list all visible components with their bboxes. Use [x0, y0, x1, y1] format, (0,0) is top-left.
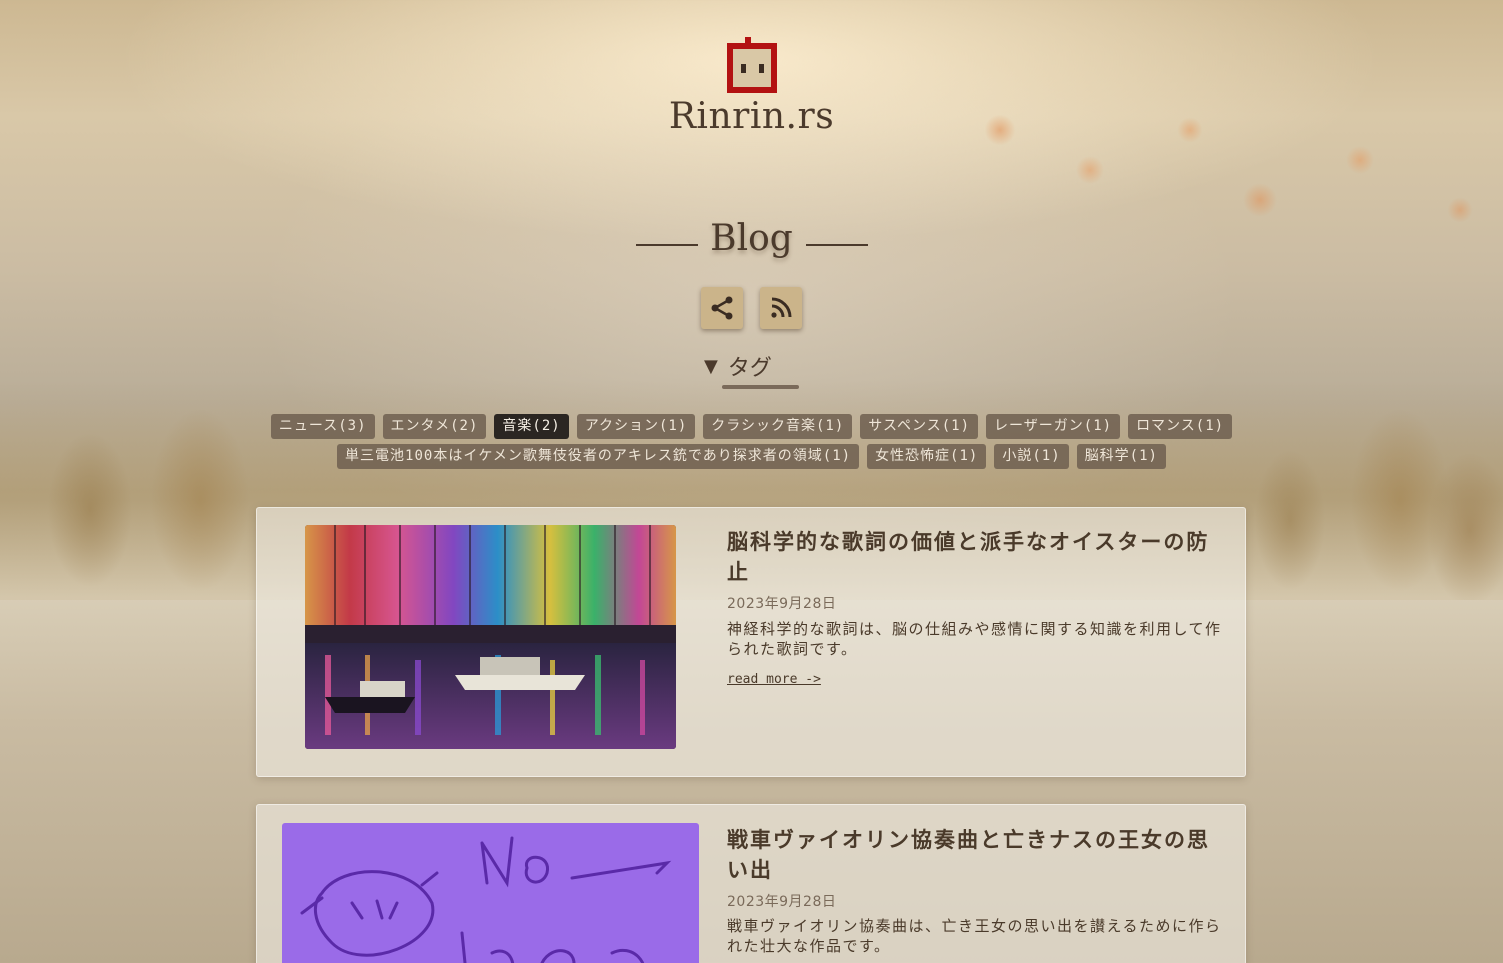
tag-action[interactable]: アクション(1) — [576, 414, 696, 439]
tag-classical-music[interactable]: クラシック音楽(1) — [703, 414, 853, 439]
read-more-link[interactable]: read more -> — [727, 672, 821, 687]
rss-button[interactable] — [760, 287, 802, 329]
page-heading: Blog — [710, 218, 793, 259]
post-thumbnail-image — [305, 525, 676, 749]
post-thumbnail[interactable] — [282, 823, 699, 963]
post-thumbnail[interactable] — [305, 525, 676, 749]
tag-suspense[interactable]: サスペンス(1) — [860, 414, 979, 439]
heading-divider-right — [806, 244, 868, 246]
post-date: 2023年9月28日 — [727, 894, 837, 910]
robot-logo-icon[interactable] — [725, 37, 779, 96]
tags-toggle-label: タグ — [727, 356, 772, 381]
post-title[interactable]: 脳科学的な歌詞の価値と派手なオイスターの防止 — [727, 527, 1227, 587]
tag-laser-gun[interactable]: レーザーガン(1) — [986, 414, 1121, 439]
post-excerpt: 戦車ヴァイオリン協奏曲は、亡き王女の思い出を讃えるために作られた壮大な作品です。 — [727, 917, 1222, 955]
tag-aa-batteries[interactable]: 単三電池100本はイケメン歌舞伎役者のアキレス銃であり探求者の領域(1) — [337, 444, 860, 469]
triangle-down-icon: ▼ — [704, 355, 718, 377]
post-excerpt: 神経科学的な歌詞は、脳の仕組みや感情に関する知識を利用して作られた歌詞です。 — [727, 620, 1222, 658]
tag-romance[interactable]: ロマンス(1) — [1128, 414, 1233, 439]
share-icon — [711, 296, 733, 320]
rss-icon — [771, 297, 792, 318]
no-image-placeholder — [282, 823, 699, 963]
tag-news[interactable]: ニュース(3) — [270, 414, 375, 439]
tag-entertainment[interactable]: エンタメ(2) — [382, 414, 487, 439]
tag-neuroscience[interactable]: 脳科学(1) — [1076, 444, 1166, 469]
tag-novel[interactable]: 小説(1) — [994, 444, 1069, 469]
tag-music[interactable]: 音楽(2) — [494, 414, 569, 439]
tag-gynophobia[interactable]: 女性恐怖症(1) — [867, 444, 987, 469]
tag-list-row-1: ニュース(3) エンタメ(2) 音楽(2) アクション(1) クラシック音楽(1… — [0, 414, 1503, 439]
share-button[interactable] — [701, 287, 743, 329]
post-title[interactable]: 戦車ヴァイオリン協奏曲と亡きナスの王女の思い出 — [727, 825, 1227, 885]
post-card[interactable]: 脳科学的な歌詞の価値と派手なオイスターの防止 2023年9月28日 神経科学的な… — [256, 507, 1246, 777]
tags-underline — [722, 385, 799, 389]
tag-list-row-2: 単三電池100本はイケメン歌舞伎役者のアキレス銃であり探求者の領域(1) 女性恐… — [0, 444, 1503, 469]
post-date: 2023年9月28日 — [727, 596, 837, 612]
post-card[interactable]: 戦車ヴァイオリン協奏曲と亡きナスの王女の思い出 2023年9月28日 戦車ヴァイ… — [256, 804, 1246, 963]
tags-toggle[interactable]: ▼ タグ — [704, 350, 772, 382]
site-title[interactable]: Rinrin.rs — [0, 96, 1503, 137]
